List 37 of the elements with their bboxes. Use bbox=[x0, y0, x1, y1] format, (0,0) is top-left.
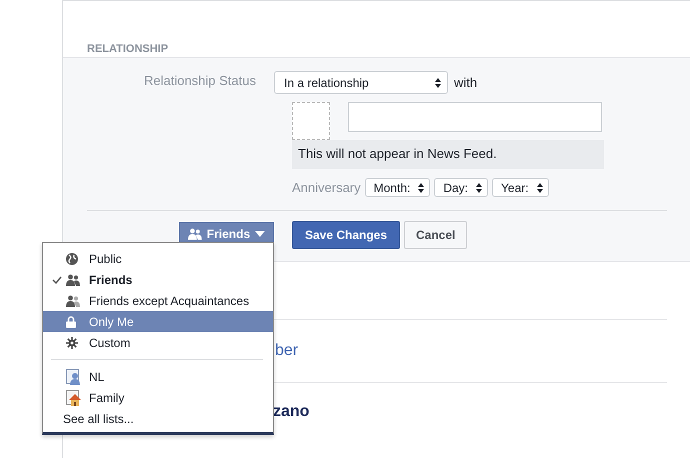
cancel-button[interactable]: Cancel bbox=[404, 221, 468, 249]
anniversary-label: Anniversary bbox=[292, 180, 361, 195]
field-label: Relationship Status bbox=[142, 72, 257, 90]
updown-icon bbox=[476, 182, 482, 192]
updown-icon bbox=[536, 182, 543, 192]
partner-input[interactable] bbox=[348, 102, 602, 132]
menu-item[interactable]: Only Me bbox=[43, 311, 273, 332]
menu-item[interactable]: Friends except Acquaintances bbox=[43, 290, 273, 311]
person-list-icon bbox=[66, 368, 82, 384]
menu-item[interactable]: NL bbox=[43, 366, 273, 387]
date-select[interactable]: Day: bbox=[434, 178, 488, 197]
check-icon bbox=[52, 276, 62, 284]
menu-item[interactable]: Friends bbox=[43, 269, 273, 290]
lock-icon bbox=[66, 316, 76, 328]
note-text: This will not appear in News Feed. bbox=[292, 140, 604, 169]
date-select[interactable]: Year: bbox=[492, 178, 549, 197]
status-select[interactable]: In a relationship bbox=[274, 71, 448, 94]
photo-placeholder bbox=[292, 102, 330, 140]
menu-item[interactable]: Family bbox=[43, 387, 273, 408]
with-label: with bbox=[454, 75, 478, 90]
menu-item[interactable]: See all lists... bbox=[43, 408, 273, 429]
gear-icon bbox=[66, 336, 78, 348]
section-title: RELATIONSHIP bbox=[87, 43, 168, 55]
save-button[interactable]: Save Changes bbox=[292, 221, 400, 249]
updown-icon bbox=[435, 78, 441, 88]
house-list-icon bbox=[66, 390, 82, 406]
menu-item[interactable]: Public bbox=[43, 248, 273, 269]
link-text[interactable]: ber bbox=[275, 342, 298, 360]
date-select[interactable]: Month: bbox=[364, 178, 430, 197]
people-icon bbox=[188, 228, 202, 240]
people-icon bbox=[66, 274, 80, 286]
people-icon bbox=[66, 294, 80, 306]
globe-icon bbox=[66, 252, 78, 264]
caret-icon bbox=[255, 230, 265, 236]
name-text: zano bbox=[273, 403, 310, 421]
menu-item[interactable]: Custom bbox=[43, 332, 273, 353]
updown-icon bbox=[418, 182, 424, 192]
